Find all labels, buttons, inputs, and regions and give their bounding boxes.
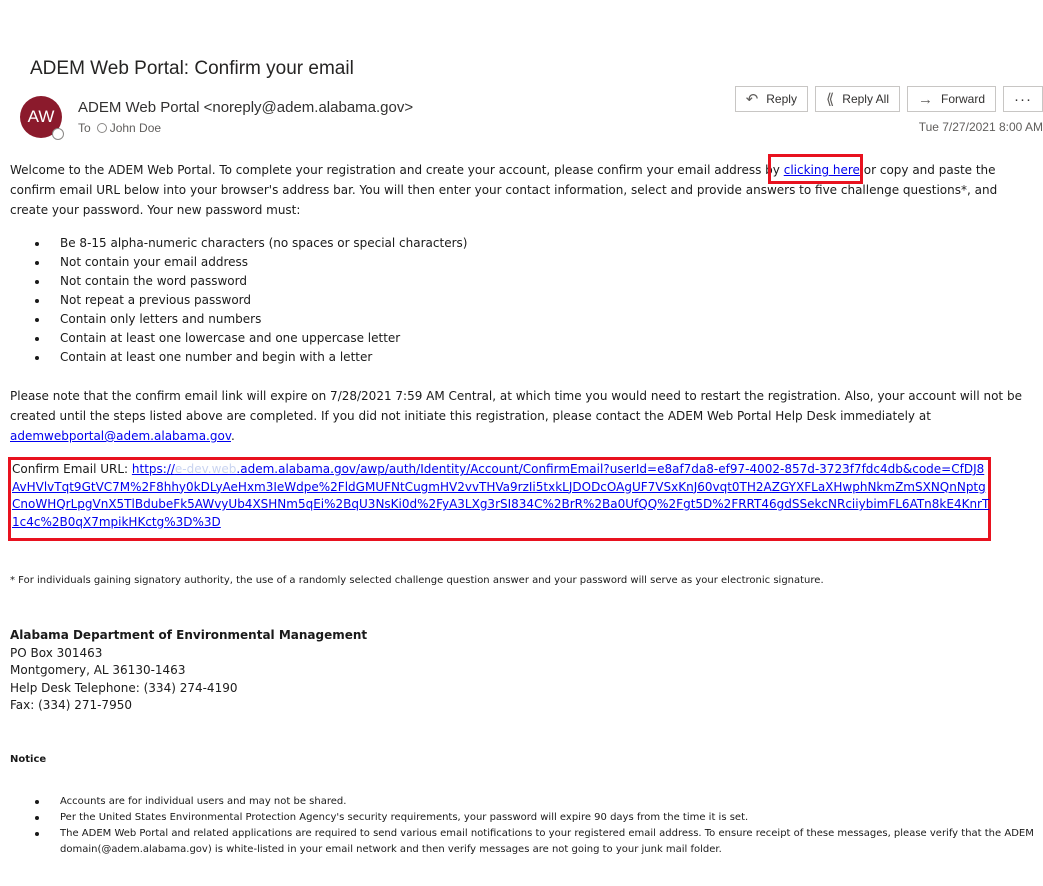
list-item: Contain at least one number and begin wi… — [33, 348, 467, 367]
notice-list: Accounts are for individual users and ma… — [33, 794, 1038, 858]
recipient-line: To John Doe — [78, 121, 161, 135]
help-desk-email-link[interactable]: ademwebportal@adem.alabama.gov — [10, 429, 231, 443]
list-item: Contain at least one lowercase and one u… — [33, 329, 467, 348]
recipient-presence-icon — [96, 123, 107, 133]
to-label: To — [78, 121, 91, 135]
more-actions-button[interactable]: ··· — [1003, 86, 1043, 112]
org-po-box: PO Box 301463 — [10, 645, 103, 660]
notice-heading: Notice — [10, 754, 47, 765]
forward-icon: → — [917, 90, 933, 108]
reply-label: Reply — [766, 92, 797, 106]
confirm-url-paragraph: Confirm Email URL: https://e-dev.web.ade… — [12, 461, 992, 531]
presence-status-icon — [52, 128, 64, 140]
message-date: Tue 7/27/2021 8:00 AM — [918, 120, 1043, 134]
expiry-note-text: Please note that the confirm email link … — [10, 389, 1022, 423]
annotation-highlight-box — [768, 154, 863, 184]
password-requirements-list: Be 8-15 alpha-numeric characters (no spa… — [33, 234, 467, 367]
list-item: Contain only letters and numbers — [33, 310, 467, 329]
reply-all-button[interactable]: ⟪ Reply All — [814, 86, 900, 112]
intro-paragraph: Welcome to the ADEM Web Portal. To compl… — [10, 160, 1035, 220]
org-signature-block: Alabama Department of Environmental Mana… — [10, 627, 367, 715]
org-name: Alabama Department of Environmental Mana… — [10, 628, 368, 642]
url-start: https:// — [131, 462, 175, 476]
email-subject: ADEM Web Portal: Confirm your email — [30, 58, 354, 79]
expiry-note-paragraph: Please note that the confirm email link … — [10, 386, 1035, 446]
list-item: Accounts are for individual users and ma… — [33, 794, 1038, 810]
message-actions: ↶ Reply ⟪ Reply All → Forward ··· — [728, 86, 1043, 112]
reply-all-label: Reply All — [842, 92, 889, 106]
reply-button[interactable]: ↶ Reply — [734, 86, 808, 112]
signatory-footnote: * For individuals gaining signatory auth… — [10, 575, 824, 586]
list-item: Per the United States Environmental Prot… — [33, 810, 1038, 826]
confirm-email-url-link[interactable]: https://e-dev.web.adem.alabama.gov/awp/a… — [12, 462, 989, 529]
list-item: Not repeat a previous password — [33, 291, 467, 310]
forward-button[interactable]: → Forward — [906, 86, 996, 112]
org-fax: Fax: (334) 271-7950 — [10, 698, 132, 712]
list-item: Not contain your email address — [33, 253, 467, 272]
reply-icon: ↶ — [745, 91, 759, 108]
forward-label: Forward — [940, 92, 985, 106]
org-city: Montgomery, AL 36130-1463 — [10, 663, 186, 677]
expiry-note-end: . — [231, 429, 235, 443]
list-item: The ADEM Web Portal and related applicat… — [33, 826, 1038, 858]
sender-name[interactable]: ADEM Web Portal <noreply@adem.alabama.go… — [78, 99, 413, 116]
list-item: Not contain the word password — [33, 272, 467, 291]
org-phone: Help Desk Telephone: (334) 274-4190 — [10, 680, 238, 695]
reply-all-icon: ⟪ — [825, 91, 835, 108]
recipient-name[interactable]: John Doe — [110, 121, 161, 135]
list-item: Be 8-15 alpha-numeric characters (no spa… — [33, 234, 467, 253]
confirm-url-label: Confirm Email URL: — [12, 462, 132, 476]
url-redacted-part: e-dev.web — [174, 462, 237, 476]
intro-text-start: Welcome to the ADEM Web Portal. To compl… — [10, 163, 784, 177]
